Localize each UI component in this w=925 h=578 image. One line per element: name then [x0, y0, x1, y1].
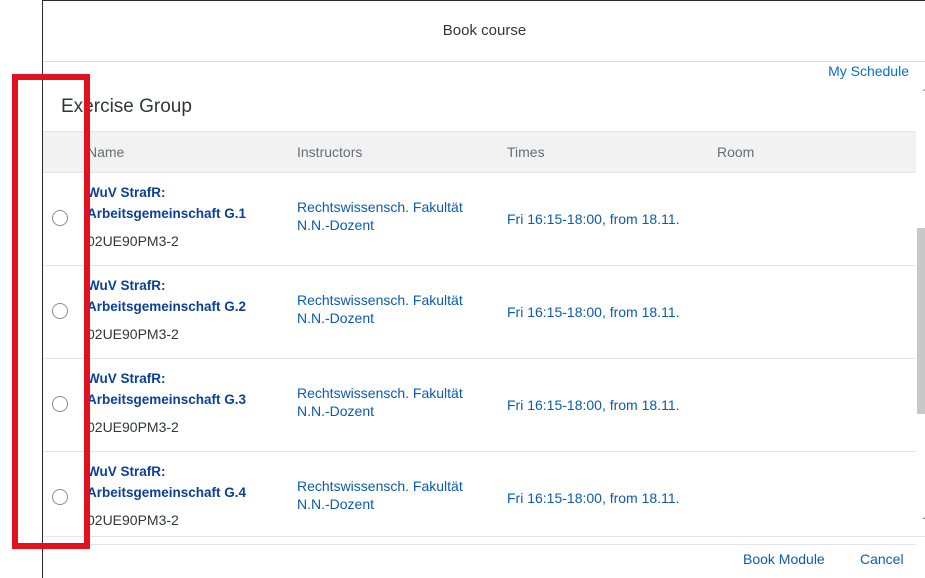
- course-name-line2: Arbeitsgemeinschaft G.3: [87, 392, 247, 407]
- course-name-line1: WuV StrafR:: [87, 185, 166, 200]
- course-name-line1: WuV StrafR:: [87, 464, 166, 479]
- book-course-dialog: Book course My Schedule Exercise Group ˆ…: [42, 0, 925, 578]
- instructors-link[interactable]: Rechtswissensch. Fakultät N.N.-Dozent: [297, 198, 497, 234]
- title-divider: [43, 61, 925, 62]
- instructors-link[interactable]: Rechtswissensch. Fakultät N.N.-Dozent: [297, 291, 497, 327]
- course-name-link[interactable]: WuV StrafR: Arbeitsgemeinschaft G.2: [87, 275, 287, 317]
- instructor-lecturer: N.N.-Dozent: [297, 310, 375, 326]
- dialog-title: Book course: [442, 22, 527, 39]
- instructor-lecturer: N.N.-Dozent: [297, 496, 375, 512]
- course-name-line2: Arbeitsgemeinschaft G.2: [87, 299, 247, 314]
- course-code: 02UE90PM3-2: [87, 512, 179, 528]
- instructors-link[interactable]: Rechtswissensch. Fakultät N.N.-Dozent: [297, 477, 497, 513]
- row-radio-button[interactable]: [52, 489, 68, 505]
- table-row[interactable]: WuV StrafR: Arbeitsgemeinschaft G.2 02UE…: [43, 266, 916, 359]
- course-name-link[interactable]: WuV StrafR: Arbeitsgemeinschaft G.4: [87, 461, 287, 503]
- course-name-link[interactable]: WuV StrafR: Arbeitsgemeinschaft G.1: [87, 182, 287, 224]
- course-name-link[interactable]: WuV StrafR: Arbeitsgemeinschaft G.3: [87, 368, 287, 410]
- scroll-down-icon[interactable]: ˇ: [916, 516, 925, 530]
- course-code: 02UE90PM3-2: [87, 326, 179, 342]
- course-name-line2: Arbeitsgemeinschaft G.4: [87, 485, 247, 500]
- section-title: Exercise Group: [61, 96, 192, 117]
- course-code: 02UE90PM3-2: [87, 233, 179, 249]
- course-name-line1: WuV StrafR:: [87, 371, 166, 386]
- row-radio-button[interactable]: [52, 396, 68, 412]
- instructor-faculty: Rechtswissensch. Fakultät: [297, 478, 463, 494]
- exercise-group-table: Name Instructors Times Room WuV StrafR: …: [43, 131, 916, 545]
- table-row[interactable]: WuV StrafR: Arbeitsgemeinschaft G.1 02UE…: [43, 173, 916, 266]
- table-row[interactable]: WuV StrafR: Arbeitsgemeinschaft G.4 02UE…: [43, 452, 916, 545]
- instructor-faculty: Rechtswissensch. Fakultät: [297, 199, 463, 215]
- instructor-lecturer: N.N.-Dozent: [297, 403, 375, 419]
- instructor-faculty: Rechtswissensch. Fakultät: [297, 385, 463, 401]
- course-name-line2: Arbeitsgemeinschaft G.1: [87, 206, 247, 221]
- course-name-line1: WuV StrafR:: [87, 278, 166, 293]
- instructor-faculty: Rechtswissensch. Fakultät: [297, 292, 463, 308]
- column-header-room: Room: [717, 144, 755, 160]
- times-link[interactable]: Fri 16:15-18:00, from 18.11.: [507, 397, 680, 413]
- footer-divider: [43, 536, 925, 537]
- course-code: 02UE90PM3-2: [87, 419, 179, 435]
- times-link[interactable]: Fri 16:15-18:00, from 18.11.: [507, 211, 680, 227]
- column-header-instructors: Instructors: [297, 144, 363, 160]
- instructor-lecturer: N.N.-Dozent: [297, 217, 375, 233]
- row-radio-button[interactable]: [52, 303, 68, 319]
- scrollbar-thumb[interactable]: [917, 228, 925, 414]
- table-header: Name Instructors Times Room: [43, 131, 916, 173]
- row-radio-button[interactable]: [52, 210, 68, 226]
- dialog-top-border: [43, 0, 925, 1]
- column-header-times: Times: [507, 144, 545, 160]
- scroll-up-icon[interactable]: ˆ: [916, 88, 925, 102]
- my-schedule-link[interactable]: My Schedule: [828, 63, 909, 79]
- table-row[interactable]: WuV StrafR: Arbeitsgemeinschaft G.3 02UE…: [43, 359, 916, 452]
- column-header-name: Name: [87, 144, 125, 160]
- instructors-link[interactable]: Rechtswissensch. Fakultät N.N.-Dozent: [297, 384, 497, 420]
- times-link[interactable]: Fri 16:15-18:00, from 18.11.: [507, 490, 680, 506]
- cancel-button[interactable]: Cancel: [860, 551, 904, 567]
- times-link[interactable]: Fri 16:15-18:00, from 18.11.: [507, 304, 680, 320]
- book-module-button[interactable]: Book Module: [743, 551, 825, 567]
